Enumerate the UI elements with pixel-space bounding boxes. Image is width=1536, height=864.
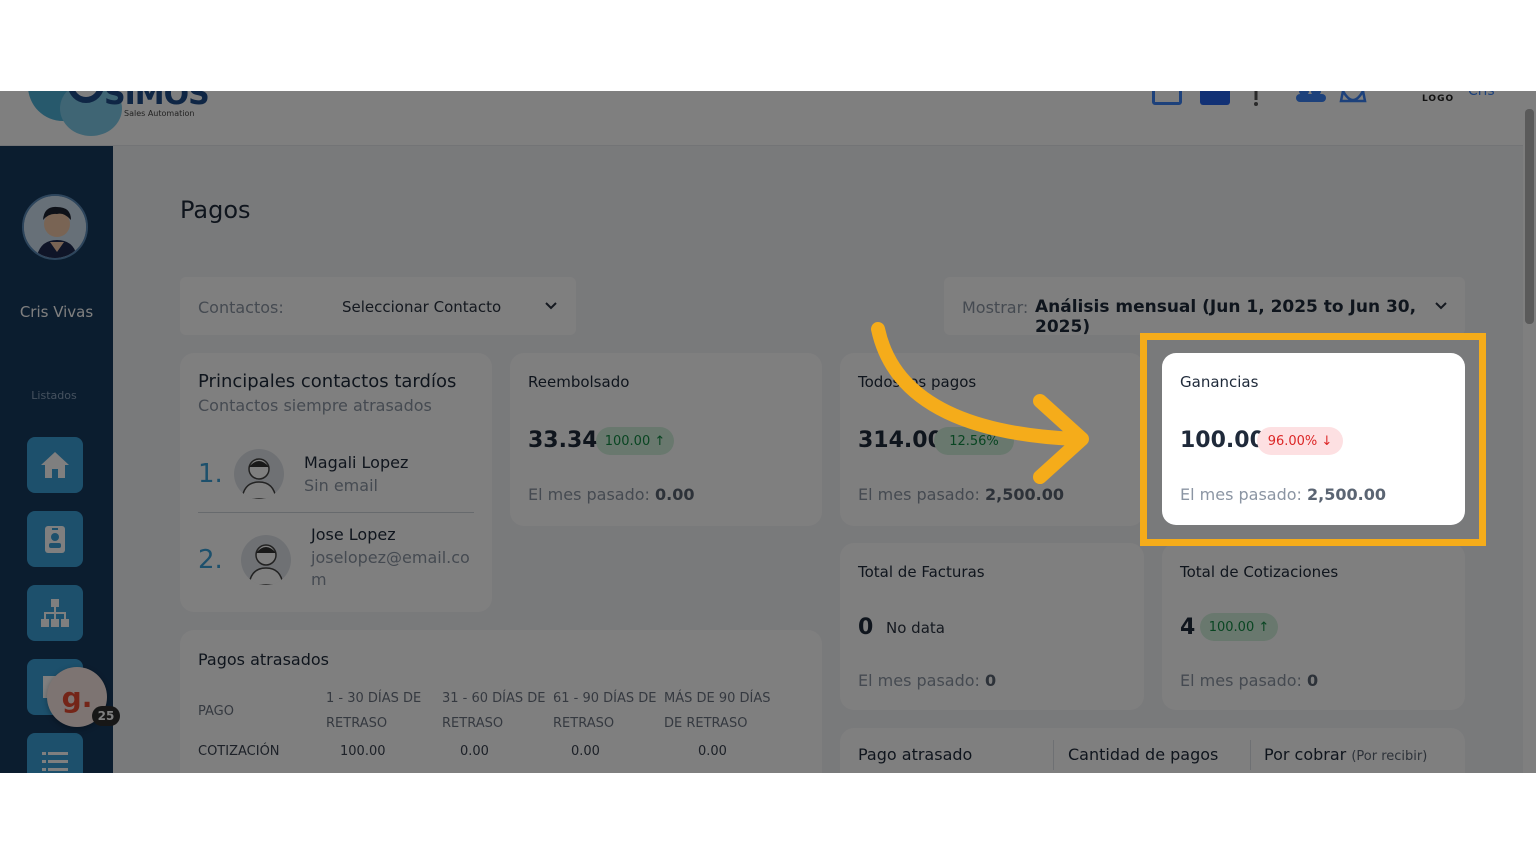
linkedin-icon[interactable] xyxy=(1200,91,1230,105)
late-payments-table: PAGO 1 - 30 DÍAS DE RETRASO 31 - 60 DÍAS… xyxy=(198,686,782,759)
chevron-down-icon xyxy=(545,302,557,310)
top-bar: SIMOS Sales Automation LOGO Cris xyxy=(0,91,1536,146)
table-row[interactable]: COTIZACIÓN 100.00 0.00 0.00 0.00 xyxy=(198,736,782,759)
metric-value: 100.00 xyxy=(1180,428,1265,453)
late-contacts-card: Principales contactos tardíos Contactos … xyxy=(180,353,492,612)
metric-change-text: No data xyxy=(886,619,945,637)
person-name: Magali Lopez xyxy=(304,453,409,472)
table-header-row: PAGO 1 - 30 DÍAS DE RETRASO 31 - 60 DÍAS… xyxy=(198,686,782,736)
metric-card-ganancias[interactable]: Ganancias 100.00 96.00% ↓ El mes pasado:… xyxy=(1162,353,1465,525)
help-icon[interactable] xyxy=(1250,91,1262,109)
table-cell: COTIZACIÓN xyxy=(198,744,280,759)
metric-value: 0 xyxy=(858,615,874,640)
metric-value: 4 xyxy=(1180,615,1196,640)
metric-title: Reembolsado xyxy=(528,373,630,391)
table-cell: 100.00 xyxy=(340,744,386,759)
metric-change-badge: 100.00 ↑ xyxy=(596,427,674,455)
column-header: 61 - 90 DÍAS DE RETRASO xyxy=(553,691,657,731)
late-contacts-subtitle: Contactos siempre atrasados xyxy=(198,396,432,415)
app-frame: SIMOS Sales Automation LOGO Cris Cris Vi… xyxy=(0,91,1536,773)
sidebar-item-organization[interactable] xyxy=(27,585,83,641)
metric-title: Total de Cotizaciones xyxy=(1180,563,1339,581)
divider xyxy=(198,512,474,513)
metric-card-facturas: Total de Facturas 0 No data El mes pasad… xyxy=(840,543,1144,710)
column-header: 31 - 60 DÍAS DE RETRASO xyxy=(442,691,546,731)
list-item[interactable]: 1. Magali Lopez Sin email xyxy=(198,443,478,507)
divider xyxy=(1053,740,1054,770)
late-contacts-title: Principales contactos tardíos xyxy=(198,371,457,392)
calendar-icon[interactable] xyxy=(1152,91,1182,105)
list-item[interactable]: 2. Jose Lopez joselopez@email.com xyxy=(198,523,478,603)
late-payments-title: Pagos atrasados xyxy=(198,650,329,669)
contacts-icon xyxy=(45,526,65,553)
org-chart-icon xyxy=(41,599,69,627)
table-cell: 0.00 xyxy=(460,744,489,759)
page-scrollbar[interactable] xyxy=(1523,91,1536,773)
scrollbar-thumb[interactable] xyxy=(1525,109,1534,324)
bell-icon[interactable] xyxy=(1338,91,1368,105)
metric-change-badge: 96.00% ↓ xyxy=(1257,427,1343,455)
metric-previous: El mes pasado: 0.00 xyxy=(528,485,695,504)
person-name: Jose Lopez xyxy=(311,525,396,544)
chevron-down-icon xyxy=(1435,302,1447,310)
summary-column-receivable: Por cobrar (Por recibir) xyxy=(1264,745,1428,764)
user-company-logo: LOGO xyxy=(1422,94,1455,104)
divider xyxy=(1250,740,1251,770)
metric-title: Ganancias xyxy=(1180,373,1259,391)
sidebar-item-contacts[interactable] xyxy=(27,511,83,567)
sidebar-item-list[interactable] xyxy=(27,733,83,773)
summary-column-count: Cantidad de pagos xyxy=(1068,745,1219,764)
person-rank: 1. xyxy=(198,459,223,489)
column-header: MÁS DE 90 DÍAS DE RETRASO xyxy=(664,691,771,731)
callout-arrow-icon xyxy=(871,322,1089,484)
avatar[interactable] xyxy=(22,194,88,260)
contact-filter-label: Contactos: xyxy=(198,298,284,317)
sidebar-section-label: Listados xyxy=(31,389,77,402)
list-icon xyxy=(42,752,68,771)
metric-value: 33.34 xyxy=(528,428,598,453)
summary-column-late: Pago atrasado xyxy=(858,745,973,764)
column-header: 1 - 30 DÍAS DE RETRASO xyxy=(326,691,422,731)
chat-widget-count-badge: 25 xyxy=(92,706,120,726)
late-payments-card: Pagos atrasados PAGO 1 - 30 DÍAS DE RETR… xyxy=(180,630,822,773)
metric-title: Total de Facturas xyxy=(858,563,985,581)
person-rank: 2. xyxy=(198,545,223,575)
metric-previous: El mes pasado: 0 xyxy=(1180,671,1319,690)
metric-card-reembolsado: Reembolsado 33.34 100.00 ↑ El mes pasado… xyxy=(510,353,822,526)
logo-subtitle: Sales Automation xyxy=(124,109,195,118)
metric-previous: El mes pasado: 0 xyxy=(858,671,997,690)
avatar xyxy=(234,449,284,499)
avatar xyxy=(241,535,291,585)
table-cell: 0.00 xyxy=(698,744,727,759)
table-cell: 0.00 xyxy=(571,744,600,759)
metric-card-cotizaciones: Total de Cotizaciones 4 100.00 ↑ El mes … xyxy=(1162,543,1465,710)
sidebar-user-name: Cris Vivas xyxy=(19,303,94,321)
metric-change-badge: 100.00 ↑ xyxy=(1200,613,1278,641)
home-icon xyxy=(41,452,69,478)
column-header: PAGO xyxy=(198,703,234,719)
contact-filter-select[interactable]: Contactos: Seleccionar Contacto xyxy=(180,277,576,335)
page-title: Pagos xyxy=(180,196,251,224)
person-email: joselopez@email.com xyxy=(311,548,470,589)
person-email: Sin email xyxy=(304,476,378,495)
user-menu[interactable]: Cris xyxy=(1468,91,1495,99)
period-filter-label: Mostrar: xyxy=(962,298,1029,317)
contact-filter-value: Seleccionar Contacto xyxy=(342,298,502,316)
users-icon[interactable] xyxy=(1294,91,1328,105)
metric-previous: El mes pasado: 2,500.00 xyxy=(1180,485,1386,504)
summary-card: Pago atrasado Cantidad de pagos Por cobr… xyxy=(840,728,1465,773)
sidebar-item-home[interactable] xyxy=(27,437,83,493)
